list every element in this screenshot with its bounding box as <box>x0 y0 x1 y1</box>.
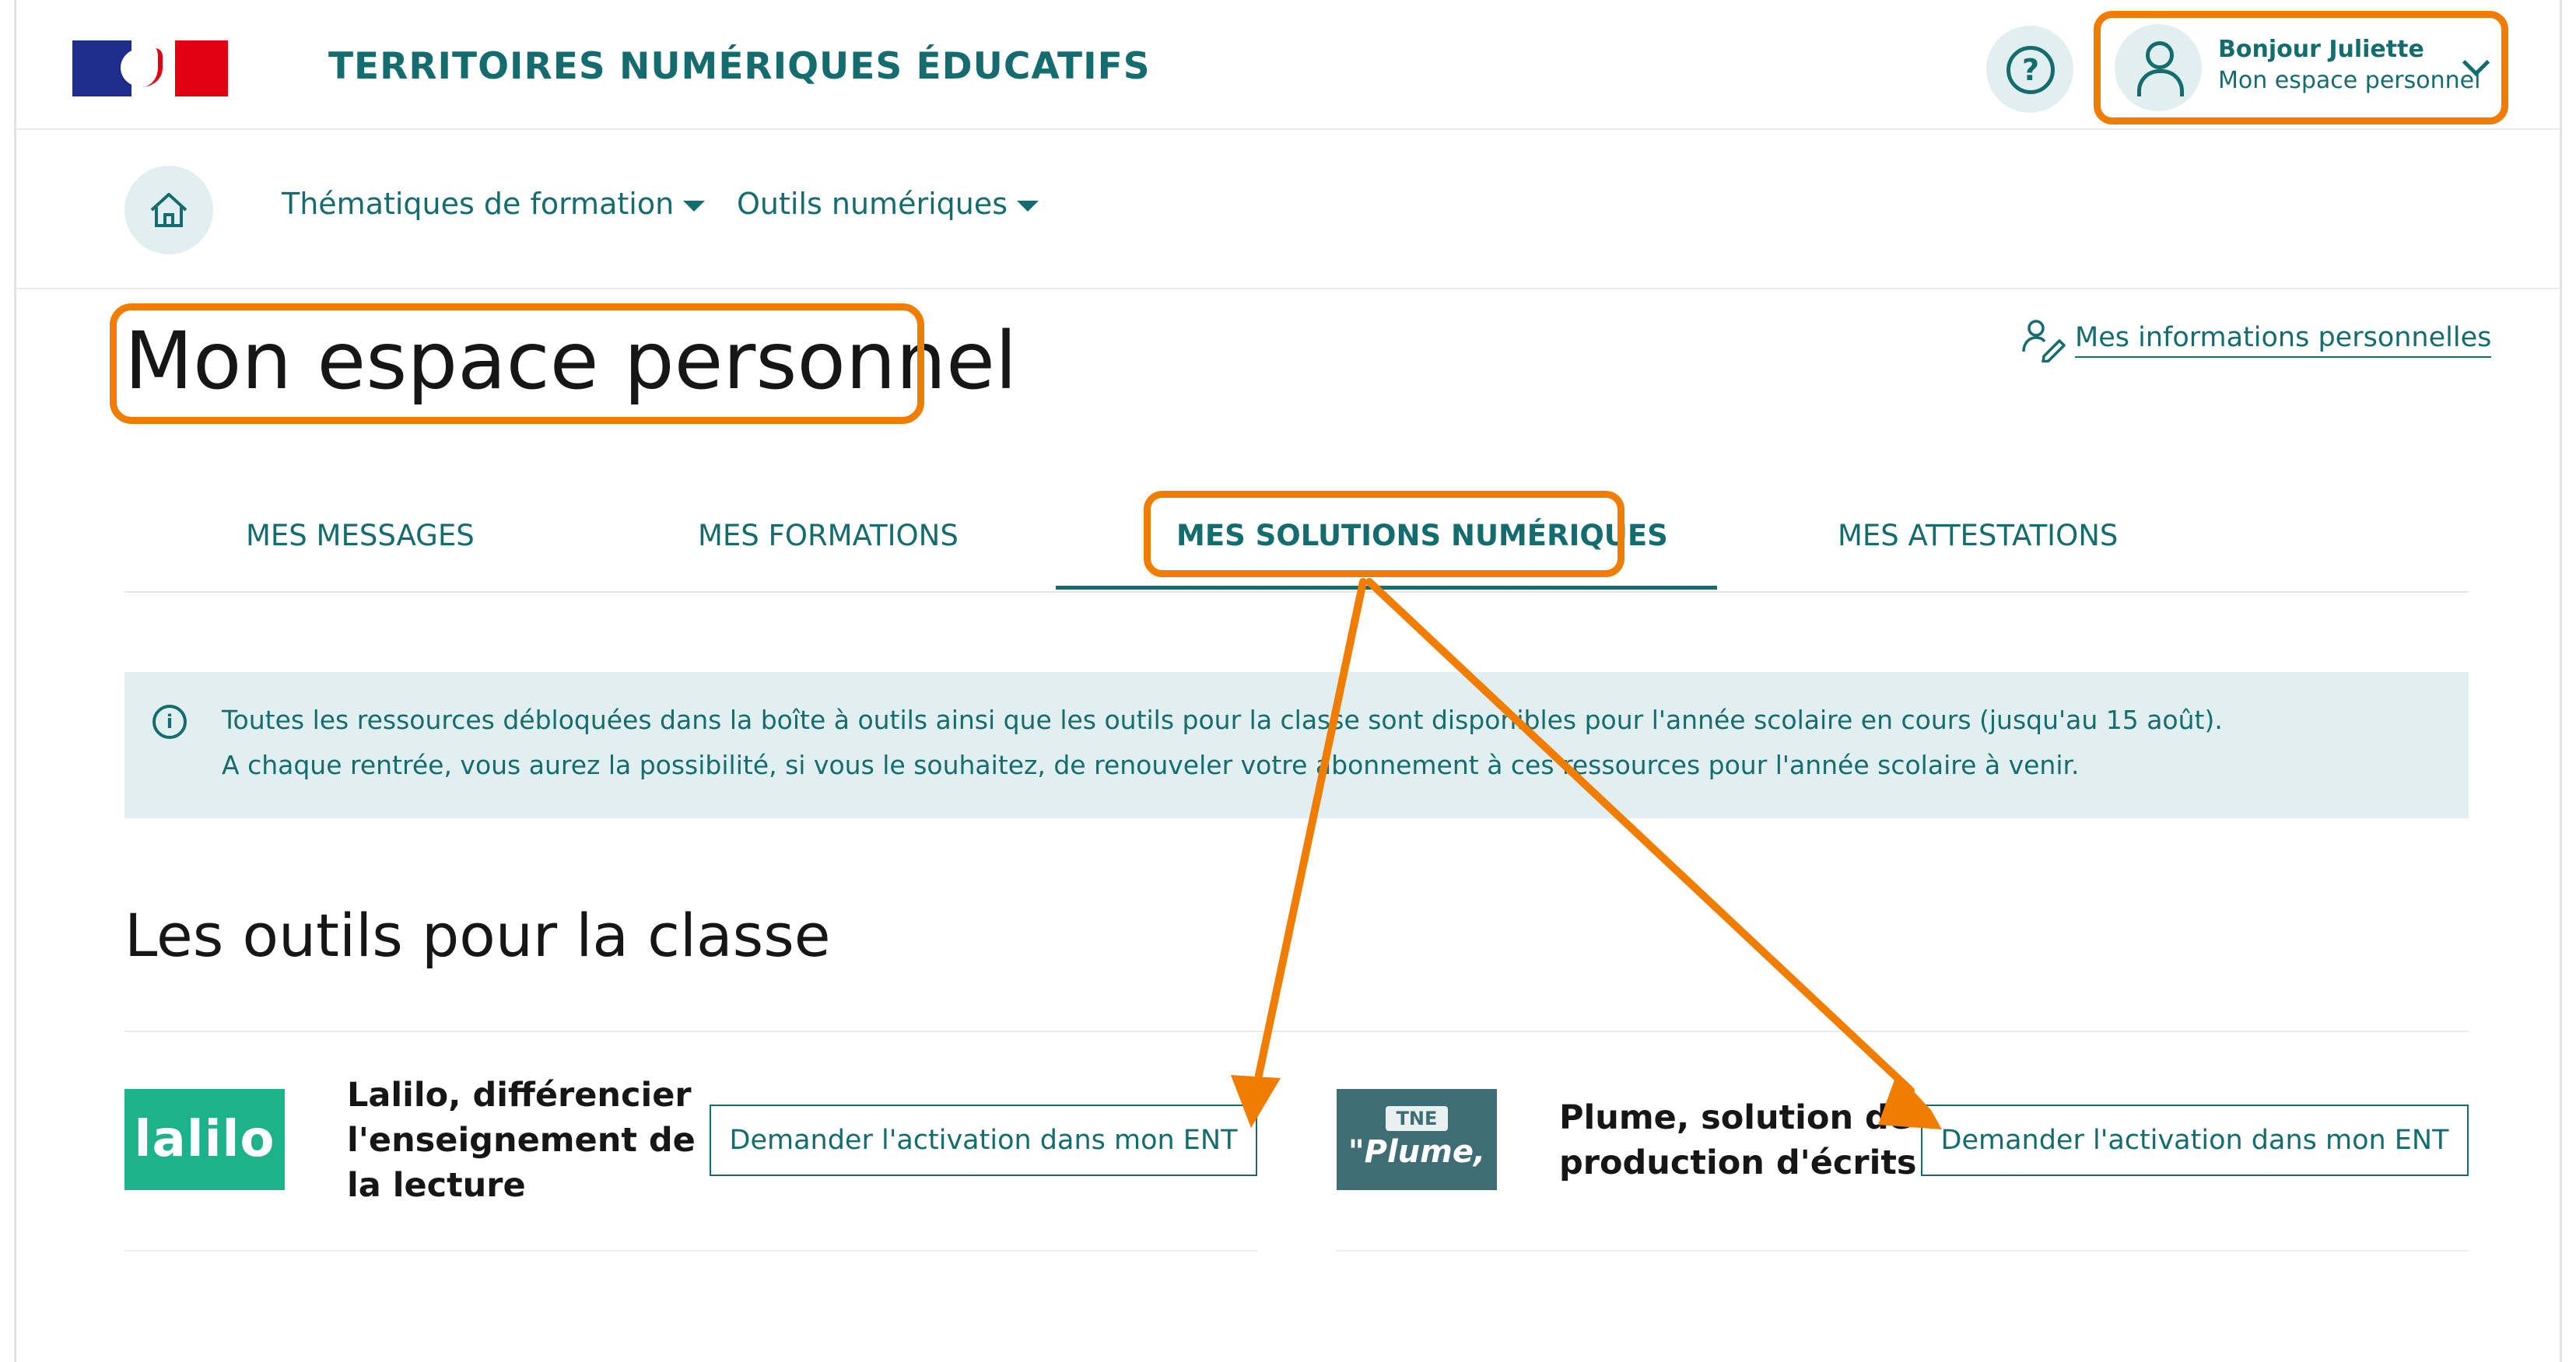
active-tab-highlight <box>1144 491 1624 577</box>
tne-badge: TNE <box>1385 1106 1449 1131</box>
info-text-line-2: A chaque rentrée, vous aurez la possibil… <box>222 750 2080 780</box>
tool-name-line: l'enseignement de <box>347 1121 696 1160</box>
tool-name-line: Plume, solution de <box>1559 1098 1912 1137</box>
tab-mes-attestations[interactable]: MES ATTESTATIONS <box>1838 519 2118 552</box>
lalilo-logo: lalilo <box>124 1089 285 1190</box>
frame-right-edge <box>2560 0 2562 1362</box>
tool-name-line: la lecture <box>347 1166 526 1205</box>
tool-divider <box>124 1250 1257 1252</box>
lalilo-activate-button[interactable]: Demander l'activation dans mon ENT <box>710 1105 1257 1176</box>
section-divider <box>124 1031 2469 1032</box>
nav-outils-numeriques[interactable]: Outils numériques <box>737 187 1039 221</box>
home-button[interactable] <box>124 166 213 254</box>
arrow-to-lalilo-button <box>1255 578 1367 1079</box>
personal-info-link[interactable]: Mes informations personnelles <box>2020 317 2492 362</box>
user-edit-icon <box>2022 320 2066 362</box>
caret-down-icon <box>683 200 706 212</box>
nav-item-label: Thématiques de formation <box>282 187 675 221</box>
nav-item-label: Outils numériques <box>737 187 1008 221</box>
marianne-mark <box>121 48 163 87</box>
home-icon <box>150 193 188 227</box>
info-banner <box>124 672 2469 818</box>
lalilo-tool-name: Lalilo, différencier l'enseignement de l… <box>347 1073 696 1208</box>
tab-mes-formations[interactable]: MES FORMATIONS <box>698 519 959 552</box>
tool-divider <box>1337 1250 2469 1252</box>
caret-down-icon <box>1017 200 1039 212</box>
nav-thematiques-de-formation[interactable]: Thématiques de formation <box>282 187 706 221</box>
page-title-highlight <box>110 303 924 424</box>
plume-tool-name: Plume, solution de production d'écrits <box>1559 1095 1917 1185</box>
arrow-to-plume-button <box>1365 578 1915 1094</box>
account-menu-highlight <box>2094 11 2508 124</box>
plume-logo: TNE "Plume, <box>1337 1089 1497 1190</box>
logo-red-band <box>175 40 228 96</box>
info-text-line-1: Toutes les ressources débloquées dans la… <box>222 705 2223 735</box>
tab-mes-messages[interactable]: MES MESSAGES <box>246 519 475 552</box>
question-circle-icon: ? <box>2006 46 2055 94</box>
site-title[interactable]: TERRITOIRES NUMÉRIQUES ÉDUCATIFS <box>328 45 1151 88</box>
personal-info-label: Mes informations personnelles <box>2075 322 2492 358</box>
section-title: Les outils pour la classe <box>124 901 831 970</box>
republique-francaise-logo[interactable] <box>72 40 228 96</box>
active-tab-indicator <box>1056 586 1717 590</box>
tool-name-line: Lalilo, différencier <box>347 1076 692 1115</box>
plume-logo-text: "Plume, <box>1348 1134 1486 1170</box>
tool-name-line: production d'écrits <box>1559 1143 1917 1182</box>
info-circle-icon: i <box>152 705 187 739</box>
help-button[interactable]: ? <box>1986 26 2073 113</box>
plume-activate-button[interactable]: Demander l'activation dans mon ENT <box>1921 1105 2469 1176</box>
